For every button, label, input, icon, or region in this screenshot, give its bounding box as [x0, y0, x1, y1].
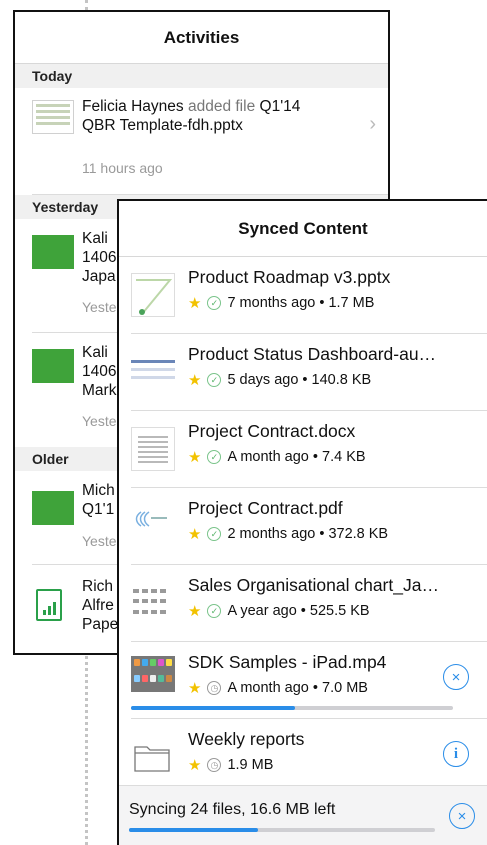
star-icon[interactable]: ★ — [188, 602, 201, 620]
org-chart-file-icon — [131, 581, 175, 625]
file-meta: ★ ✓ 5 days ago • 140.8 KB — [188, 371, 372, 389]
activity-item[interactable]: Felicia Haynes added file Q1'14 QBR Temp… — [32, 88, 388, 195]
file-name: Product Status Dashboard-au… — [188, 344, 437, 364]
spreadsheet-file-icon — [36, 589, 62, 621]
synced-item[interactable]: Product Status Dashboard-au… ★ ✓ 5 days … — [131, 334, 487, 411]
chevron-right-icon[interactable]: › — [369, 113, 376, 136]
sync-status-text: Syncing 24 files, 16.6 MB left — [129, 801, 336, 818]
activity-text: Felicia Haynes added file Q1'14 QBR Temp… — [82, 98, 301, 134]
synced-item[interactable]: SDK Samples - iPad.mp4 ★ ◷ A month ago •… — [131, 642, 487, 719]
sync-progress-bar — [129, 828, 435, 832]
synced-check-icon: ✓ — [207, 373, 222, 387]
star-icon[interactable]: ★ — [188, 448, 201, 466]
dashboard-file-icon — [131, 350, 175, 394]
activity-text: Rich Alfre Pape — [82, 578, 119, 633]
pending-clock-icon: ◷ — [207, 758, 222, 772]
presentation-thumbnail-icon — [32, 349, 74, 383]
item-progress-bar — [131, 706, 453, 710]
folder-name: Weekly reports — [188, 729, 305, 749]
pending-clock-icon: ◷ — [207, 681, 222, 695]
file-name: SDK Samples - iPad.mp4 — [188, 652, 387, 672]
synced-item[interactable]: Product Roadmap v3.pptx ★ ✓ 7 months ago… — [131, 257, 487, 334]
file-meta: ★ ◷ 1.9 MB — [188, 756, 274, 774]
file-name: Project Contract.pdf — [188, 498, 343, 518]
activities-title: Activities — [15, 12, 388, 64]
info-button[interactable]: i — [443, 741, 469, 767]
activity-time: 11 hours ago — [82, 160, 163, 176]
file-meta: ★ ◷ A month ago • 7.0 MB — [188, 679, 368, 697]
activity-time: Yeste — [82, 413, 117, 429]
activity-text: Kali 1406 Japa — [82, 230, 117, 285]
document-file-icon — [131, 427, 175, 471]
file-meta: ★ ✓ 2 months ago • 372.8 KB — [188, 525, 389, 543]
file-name: Project Contract.docx — [188, 421, 356, 441]
sync-status-footer: Syncing 24 files, 16.6 MB left × — [119, 785, 487, 845]
file-meta: ★ ✓ A year ago • 525.5 KB — [188, 602, 370, 620]
star-icon[interactable]: ★ — [188, 294, 201, 312]
activity-text: Kali 1406 Mark — [82, 344, 117, 399]
presentation-thumbnail-icon — [32, 235, 74, 269]
star-icon[interactable]: ★ — [188, 525, 201, 543]
pdf-file-icon — [131, 504, 175, 548]
spreadsheet-thumbnail-icon — [32, 100, 74, 134]
cancel-sync-button[interactable]: × — [443, 664, 469, 690]
synced-check-icon: ✓ — [207, 296, 222, 310]
synced-check-icon: ✓ — [207, 604, 222, 618]
activity-time: Yeste — [82, 299, 117, 315]
activity-text: Mich Q1'1 — [82, 482, 115, 518]
synced-item[interactable]: Sales Organisational chart_Ja… ★ ✓ A yea… — [131, 565, 487, 642]
star-icon[interactable]: ★ — [188, 371, 201, 389]
connector-dots-bottom — [85, 656, 88, 845]
presentation-file-icon — [131, 273, 175, 317]
video-file-icon — [131, 656, 175, 692]
synced-item[interactable]: Project Contract.docx ★ ✓ A month ago • … — [131, 411, 487, 488]
connector-dots-top — [85, 0, 88, 10]
cancel-all-sync-button[interactable]: × — [449, 803, 475, 829]
synced-check-icon: ✓ — [207, 527, 222, 541]
folder-icon — [131, 735, 175, 779]
presentation-thumbnail-icon — [32, 491, 74, 525]
synced-item[interactable]: Project Contract.pdf ★ ✓ 2 months ago • … — [131, 488, 487, 565]
file-name: Sales Organisational chart_Ja… — [188, 575, 439, 595]
section-today: Today — [15, 64, 388, 88]
star-icon[interactable]: ★ — [188, 679, 201, 697]
synced-title: Synced Content — [119, 201, 487, 257]
star-icon[interactable]: ★ — [188, 756, 201, 774]
file-meta: ★ ✓ A month ago • 7.4 KB — [188, 448, 366, 466]
synced-content-panel: Synced Content Product Roadmap v3.pptx ★… — [117, 199, 487, 845]
activity-time: Yeste — [82, 533, 117, 549]
synced-check-icon: ✓ — [207, 450, 222, 464]
file-meta: ★ ✓ 7 months ago • 1.7 MB — [188, 294, 375, 312]
file-name: Product Roadmap v3.pptx — [188, 267, 391, 287]
